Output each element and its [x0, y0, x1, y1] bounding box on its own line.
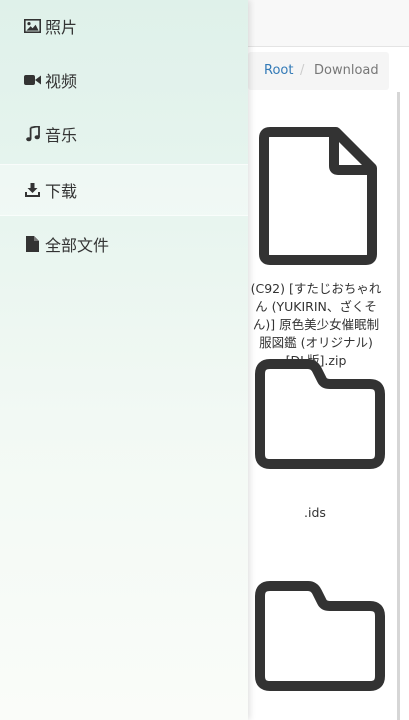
scrollbar[interactable] [397, 92, 400, 720]
file-name-ids[interactable]: .ids [270, 504, 360, 522]
breadcrumb-current: Download [314, 63, 379, 78]
file-name-line: 服図鑑 (オリジナル) [259, 335, 373, 350]
file-name-line: (C92) [すたじおちゃれ [250, 281, 382, 296]
music-note-icon [24, 126, 41, 142]
video-camera-icon [24, 72, 41, 88]
nav-item-all-files[interactable]: 全部文件 [0, 218, 248, 270]
nav-item-photos[interactable]: 照片 [0, 0, 248, 52]
nav-item-label: 照片 [45, 18, 78, 37]
breadcrumb-root-link[interactable]: Root [264, 52, 293, 90]
file-name-line: ん)] 原色美少女催眠制 [252, 317, 380, 332]
nav-item-label: 全部文件 [45, 236, 110, 255]
file-icon [24, 236, 41, 252]
image-icon [24, 18, 41, 34]
folder-icon[interactable] [254, 580, 386, 692]
file-name-zip[interactable]: (C92) [すたじおちゃれ ん (YUKIRIN、ざくそ ん)] 原色美少女催… [246, 280, 386, 370]
download-icon [24, 182, 41, 198]
side-drawer: 照片 视频 音乐 下载 全部文件 [0, 0, 248, 720]
folder-icon[interactable] [254, 358, 386, 470]
document-icon[interactable] [258, 124, 380, 266]
nav-item-label: 音乐 [45, 126, 78, 145]
nav-item-download[interactable]: 下载 [0, 164, 248, 216]
nav-item-videos[interactable]: 视频 [0, 54, 248, 106]
breadcrumb-separator: / [300, 63, 305, 78]
file-name-line: ん (YUKIRIN、ざくそ [255, 299, 377, 314]
nav-item-label: 视频 [45, 72, 78, 91]
nav-item-label: 下载 [45, 182, 78, 201]
breadcrumb: Root / Download [248, 52, 389, 90]
nav-item-music[interactable]: 音乐 [0, 108, 248, 160]
